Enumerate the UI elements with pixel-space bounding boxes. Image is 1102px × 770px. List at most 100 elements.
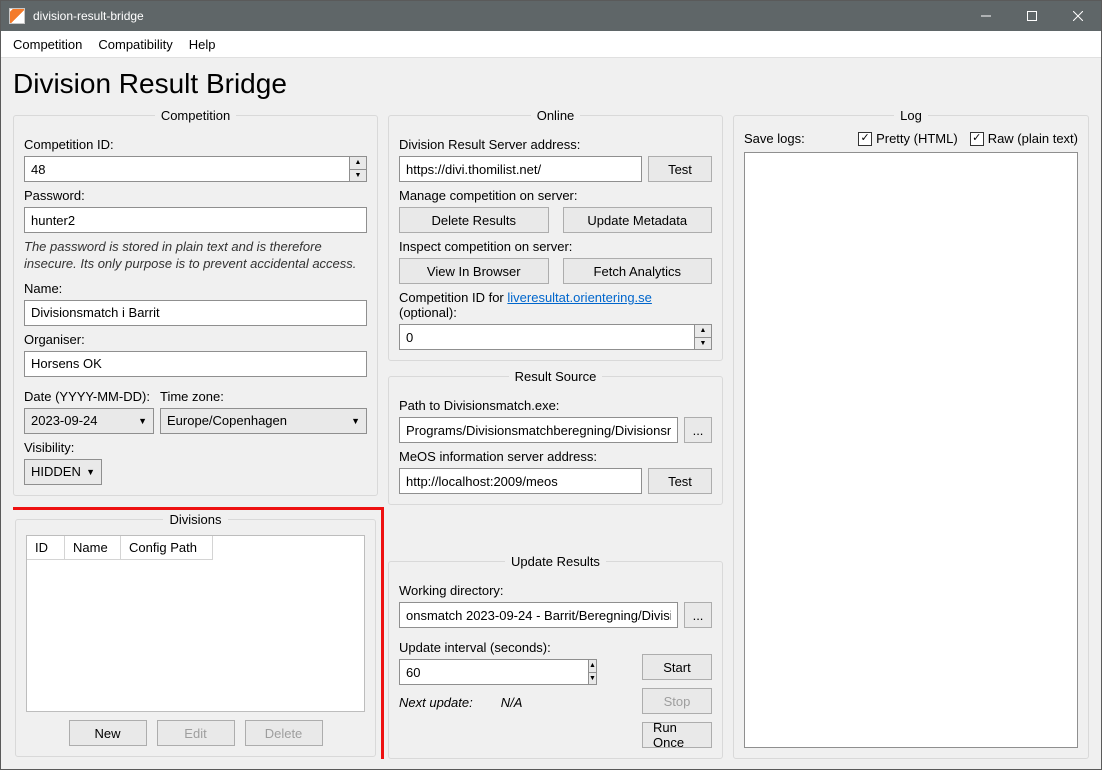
timezone-value: Europe/Copenhagen <box>167 413 287 428</box>
password-note: The password is stored in plain text and… <box>24 239 367 273</box>
interval-label: Update interval (seconds): <box>399 640 632 655</box>
new-division-button[interactable]: New <box>69 720 147 746</box>
pretty-html-checkbox[interactable]: ✓ Pretty (HTML) <box>858 131 958 146</box>
online-legend: Online <box>531 108 581 123</box>
organiser-label: Organiser: <box>24 332 367 347</box>
checkbox-icon: ✓ <box>858 132 872 146</box>
update-results-group: Update Results Working directory: ... Up… <box>388 554 723 759</box>
inspect-label: Inspect competition on server: <box>399 239 712 254</box>
date-input[interactable]: 2023-09-24 ▼ <box>24 408 154 434</box>
menu-compatibility[interactable]: Compatibility <box>90 33 180 56</box>
divisions-table[interactable]: ID Name Config Path <box>26 535 365 712</box>
menubar: Competition Compatibility Help <box>1 31 1101 58</box>
run-once-button[interactable]: Run Once <box>642 722 712 748</box>
interval-spinbox[interactable]: ▲▼ <box>399 659 533 685</box>
competition-legend: Competition <box>155 108 236 123</box>
competition-id-spinbox[interactable]: ▲▼ <box>24 156 367 182</box>
raw-text-label: Raw (plain text) <box>988 131 1078 146</box>
minimize-button[interactable] <box>963 1 1009 31</box>
next-update-label: Next update: <box>399 695 473 710</box>
columns: Competition Competition ID: ▲▼ Password:… <box>13 108 1089 759</box>
date-label: Date (YYYY-MM-DD): <box>24 389 154 404</box>
name-label: Name: <box>24 281 367 296</box>
view-in-browser-button[interactable]: View In Browser <box>399 258 549 284</box>
save-logs-label: Save logs: <box>744 131 805 146</box>
spin-up-icon[interactable]: ▲ <box>589 660 596 673</box>
liveresultat-link[interactable]: liveresultat.orientering.se <box>507 290 652 305</box>
right-column: Log Save logs: ✓ Pretty (HTML) ✓ Raw (pl… <box>733 108 1089 759</box>
name-input[interactable] <box>24 300 367 326</box>
workdir-input[interactable] <box>399 602 678 628</box>
liveresultat-id-input[interactable] <box>399 324 694 350</box>
pretty-html-label: Pretty (HTML) <box>876 131 958 146</box>
chevron-down-icon: ▼ <box>351 416 360 426</box>
menu-competition[interactable]: Competition <box>5 33 90 56</box>
middle-column: Online Division Result Server address: T… <box>388 108 723 759</box>
divisions-buttons: New Edit Delete <box>26 720 365 746</box>
manage-label: Manage competition on server: <box>399 188 712 203</box>
divisions-group: Divisions ID Name Config Path New Edit D… <box>15 512 376 757</box>
spin-down-icon[interactable]: ▼ <box>695 338 711 350</box>
password-input[interactable] <box>24 207 367 233</box>
liveresultat-label: Competition ID for liveresultat.orienter… <box>399 290 712 320</box>
edit-division-button[interactable]: Edit <box>157 720 235 746</box>
chevron-down-icon: ▼ <box>138 416 147 426</box>
spacer <box>388 513 723 546</box>
col-config-path[interactable]: Config Path <box>121 536 213 560</box>
close-button[interactable] <box>1055 1 1101 31</box>
test-meos-button[interactable]: Test <box>648 468 712 494</box>
log-pane[interactable] <box>744 152 1078 748</box>
fetch-analytics-button[interactable]: Fetch Analytics <box>563 258 713 284</box>
interval-spin[interactable]: ▲▼ <box>588 659 597 685</box>
divmatch-path-input[interactable] <box>399 417 678 443</box>
visibility-combo[interactable]: HIDDEN ▼ <box>24 459 102 485</box>
visibility-label: Visibility: <box>24 440 367 455</box>
col-id[interactable]: ID <box>27 536 65 560</box>
checkbox-icon: ✓ <box>970 132 984 146</box>
delete-division-button[interactable]: Delete <box>245 720 323 746</box>
chevron-down-icon: ▼ <box>86 467 95 477</box>
maximize-button[interactable] <box>1009 1 1055 31</box>
update-results-legend: Update Results <box>505 554 606 569</box>
competition-group: Competition Competition ID: ▲▼ Password:… <box>13 108 378 496</box>
competition-id-label: Competition ID: <box>24 137 367 152</box>
date-value: 2023-09-24 <box>31 413 98 428</box>
start-button[interactable]: Start <box>642 654 712 680</box>
spin-down-icon[interactable]: ▼ <box>589 673 596 685</box>
raw-text-checkbox[interactable]: ✓ Raw (plain text) <box>970 131 1078 146</box>
liveresultat-id-spinbox[interactable]: ▲▼ <box>399 324 712 350</box>
menu-help[interactable]: Help <box>181 33 224 56</box>
divisions-highlight: Divisions ID Name Config Path New Edit D… <box>13 507 384 759</box>
liveresultat-suffix: (optional): <box>399 305 457 320</box>
window-title: division-result-bridge <box>33 9 963 23</box>
spin-up-icon[interactable]: ▲ <box>695 325 711 338</box>
interval-input[interactable] <box>399 659 588 685</box>
competition-id-input[interactable] <box>24 156 349 182</box>
divisions-table-head: ID Name Config Path <box>27 536 364 560</box>
timezone-combo[interactable]: Europe/Copenhagen ▼ <box>160 408 367 434</box>
browse-workdir-button[interactable]: ... <box>684 602 712 628</box>
liveresultat-spin[interactable]: ▲▼ <box>694 324 712 350</box>
col-name[interactable]: Name <box>65 536 121 560</box>
online-group: Online Division Result Server address: T… <box>388 108 723 361</box>
server-address-label: Division Result Server address: <box>399 137 712 152</box>
organiser-input[interactable] <box>24 351 367 377</box>
page-title: Division Result Bridge <box>13 68 1089 100</box>
password-label: Password: <box>24 188 367 203</box>
spin-down-icon[interactable]: ▼ <box>350 170 366 182</box>
workdir-label: Working directory: <box>399 583 712 598</box>
update-metadata-button[interactable]: Update Metadata <box>563 207 713 233</box>
meos-address-input[interactable] <box>399 468 642 494</box>
delete-results-button[interactable]: Delete Results <box>399 207 549 233</box>
server-address-input[interactable] <box>399 156 642 182</box>
competition-id-spin[interactable]: ▲▼ <box>349 156 367 182</box>
log-group: Log Save logs: ✓ Pretty (HTML) ✓ Raw (pl… <box>733 108 1089 759</box>
result-source-group: Result Source Path to Divisionsmatch.exe… <box>388 369 723 505</box>
window-controls <box>963 1 1101 31</box>
test-server-button[interactable]: Test <box>648 156 712 182</box>
stop-button[interactable]: Stop <box>642 688 712 714</box>
spin-up-icon[interactable]: ▲ <box>350 157 366 170</box>
timezone-label: Time zone: <box>160 389 367 404</box>
browse-divmatch-button[interactable]: ... <box>684 417 712 443</box>
visibility-value: HIDDEN <box>31 464 81 479</box>
